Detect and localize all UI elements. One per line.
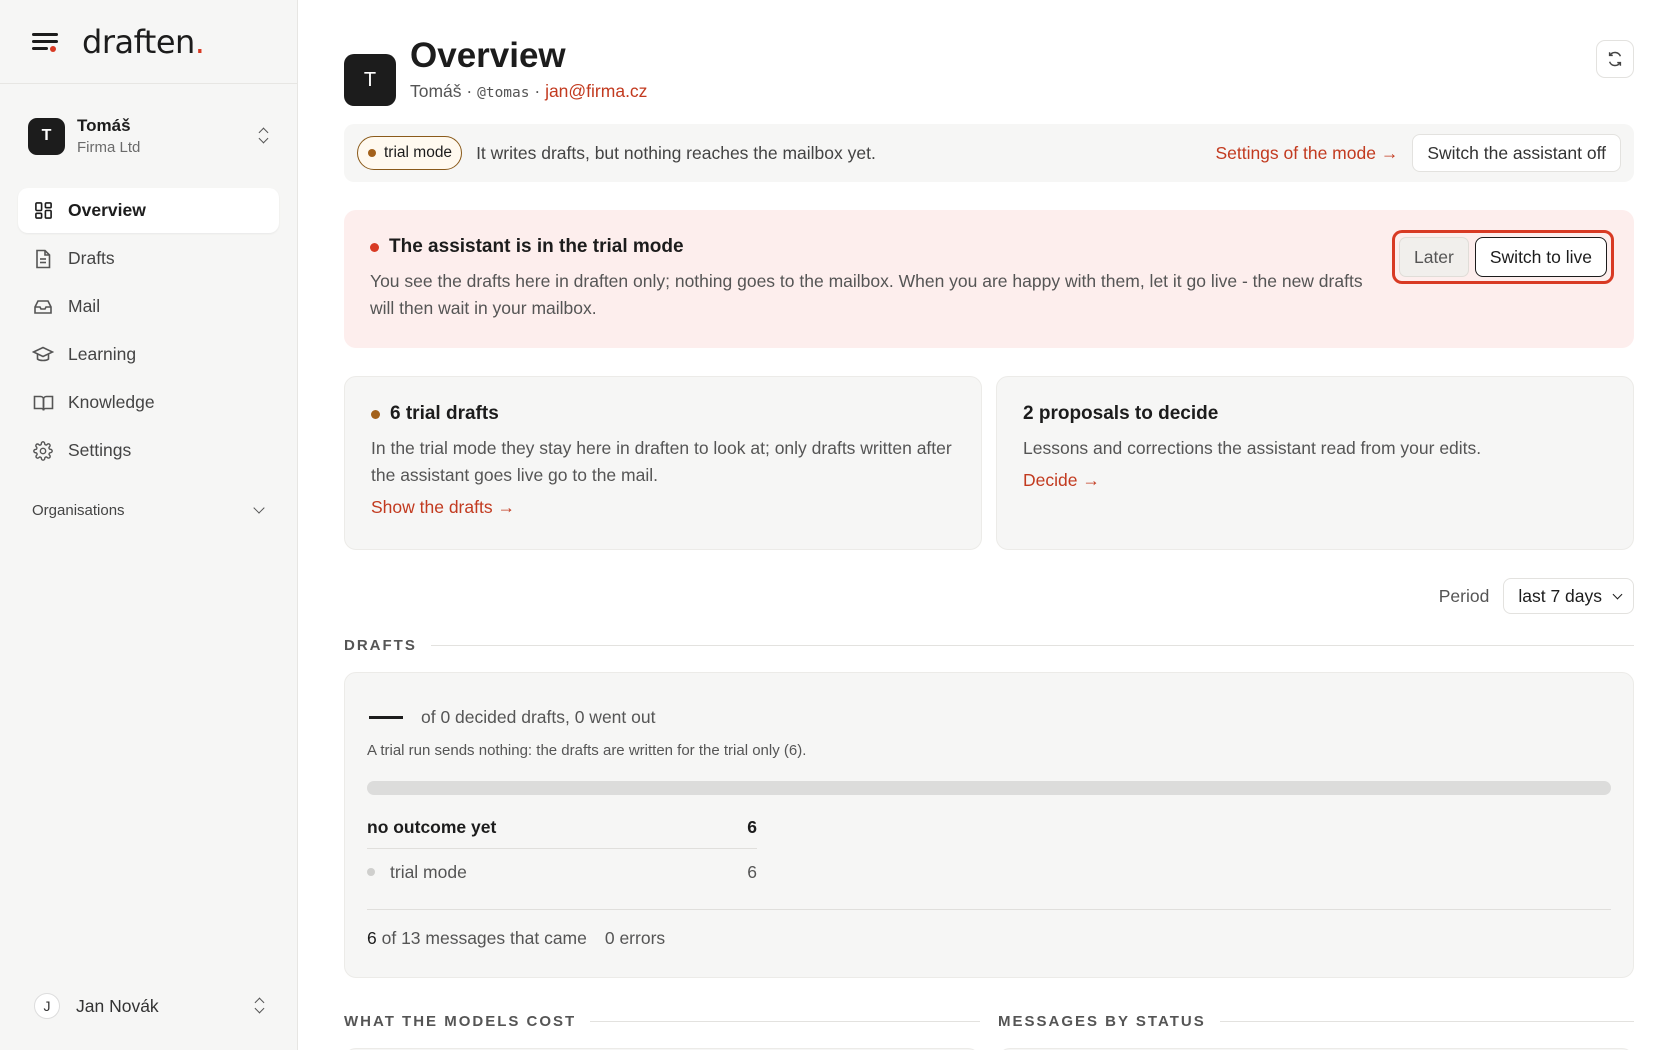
user-name: Jan Novák — [76, 995, 159, 1016]
sidebar-item-knowledge[interactable]: Knowledge — [18, 380, 279, 425]
mode-description: It writes drafts, but nothing reaches th… — [476, 142, 876, 163]
errors-count: 0 errors — [604, 928, 666, 948]
drafts-section-heading: DRAFTS — [344, 632, 1634, 658]
sidebar-item-label: Knowledge — [68, 392, 155, 412]
page-header: T Overview Tomáš · @tomas · jan@firma.cz — [344, 36, 1634, 106]
decided-drafts-summary: of 0 decided drafts, 0 went out — [421, 707, 656, 727]
graduation-cap-icon — [32, 344, 54, 366]
document-icon — [32, 248, 54, 270]
profile-avatar: T — [344, 54, 396, 106]
sidebar-item-mail[interactable]: Mail — [18, 284, 279, 329]
chevron-up-down-icon — [253, 997, 267, 1015]
account-avatar: T — [28, 117, 65, 155]
card-body: In the trial mode they stay here in draf… — [371, 438, 952, 485]
trial-note: A trial run sends nothing: the drafts ar… — [367, 742, 807, 759]
sidebar-nav: Overview Drafts Mail Learning Knowledge … — [0, 188, 297, 473]
account-name: Tomáš — [77, 116, 131, 135]
profile-handle: @tomas — [477, 84, 530, 101]
mode-settings-link[interactable]: Settings of the mode → — [1215, 143, 1398, 164]
user-menu[interactable]: J Jan Novák — [0, 982, 297, 1030]
message-stats: 6 of 13 messages that came 0 errors — [367, 928, 666, 948]
sidebar: draften. T Tomáš Firma Ltd Overview Draf — [0, 0, 298, 1050]
trial-mode-badge: trial mode — [357, 136, 463, 170]
profile-email-link[interactable]: jan@firma.cz — [545, 81, 647, 101]
profile-name: Tomáš — [410, 80, 462, 101]
user-avatar: J — [34, 993, 60, 1019]
profile-subline: Tomáš · @tomas · jan@firma.cz — [410, 80, 648, 101]
grid-icon — [32, 200, 54, 222]
no-outcome-row: no outcome yet 6 — [367, 807, 757, 849]
model-costs-heading: WHAT THE MODELS COST — [344, 1008, 980, 1034]
organisations-toggle[interactable]: Organisations — [0, 495, 297, 525]
account-org: Firma Ltd — [77, 139, 141, 156]
main-content: T Overview Tomáš · @tomas · jan@firma.cz… — [298, 0, 1680, 1050]
sidebar-item-drafts[interactable]: Drafts — [18, 236, 279, 281]
chevron-down-icon — [1612, 589, 1623, 599]
bottom-sections: WHAT THE MODELS COST MESSAGES BY STATUS — [344, 1008, 1634, 1034]
sidebar-item-label: Mail — [68, 296, 101, 316]
empty-value-dash — [369, 716, 403, 719]
sidebar-item-settings[interactable]: Settings — [18, 428, 279, 473]
switch-to-live-button[interactable]: Switch to live — [1474, 237, 1607, 277]
switch-assistant-off-button[interactable]: Switch the assistant off — [1412, 134, 1621, 172]
show-drafts-link[interactable]: Show the drafts → — [371, 497, 515, 518]
status-dot — [371, 409, 380, 419]
drafts-panel: of 0 decided drafts, 0 went out A trial … — [344, 672, 1634, 978]
sidebar-item-label: Drafts — [68, 248, 115, 268]
alert-actions: Later Switch to live — [1391, 230, 1614, 284]
period-select[interactable]: last 7 days — [1503, 578, 1634, 614]
chevron-down-icon — [253, 502, 265, 514]
outcome-progress-bar — [367, 781, 1611, 795]
trial-mode-row: trial mode 6 — [367, 849, 757, 895]
period-filter: Period last 7 days — [344, 578, 1634, 614]
period-label: Period — [1438, 585, 1490, 606]
app-root: draften. T Tomáš Firma Ltd Overview Draf — [0, 0, 1680, 1050]
later-button[interactable]: Later — [1398, 237, 1469, 277]
sidebar-item-label: Overview — [68, 200, 146, 220]
sidebar-item-label: Learning — [68, 344, 137, 364]
brand-logo[interactable]: draften. — [82, 23, 205, 61]
proposals-card: 2 proposals to decide Lessons and correc… — [996, 376, 1634, 550]
messages-status-heading: MESSAGES BY STATUS — [998, 1008, 1634, 1034]
trial-mode-alert: The assistant is in the trial mode You s… — [344, 210, 1634, 348]
menu-icon[interactable] — [32, 31, 60, 53]
card-title: 2 proposals to decide — [1023, 403, 1219, 424]
card-title: 6 trial drafts — [371, 403, 955, 425]
sidebar-item-overview[interactable]: Overview — [18, 188, 279, 233]
sidebar-item-learning[interactable]: Learning — [18, 332, 279, 377]
decide-link[interactable]: Decide → — [1023, 470, 1100, 491]
alert-body: You see the drafts here in draften only;… — [370, 271, 1363, 318]
status-dot — [370, 242, 379, 252]
inbox-icon — [32, 296, 54, 318]
account-switcher[interactable]: T Tomáš Firma Ltd — [0, 84, 297, 188]
sidebar-item-label: Settings — [68, 440, 132, 460]
legend-dot — [367, 868, 375, 876]
trial-drafts-card: 6 trial drafts In the trial mode they st… — [344, 376, 982, 550]
chevron-up-down-icon — [257, 127, 271, 145]
mode-bar: trial mode It writes drafts, but nothing… — [344, 124, 1634, 182]
refresh-icon — [1608, 51, 1622, 67]
organisations-label: Organisations — [32, 501, 125, 519]
book-icon — [32, 392, 54, 414]
gear-icon — [32, 440, 54, 462]
refresh-button[interactable] — [1596, 40, 1634, 78]
page-title: Overview — [410, 35, 566, 75]
logo-row: draften. — [0, 0, 297, 84]
card-body: Lessons and corrections the assistant re… — [1023, 438, 1482, 458]
summary-cards: 6 trial drafts In the trial mode they st… — [344, 376, 1634, 550]
